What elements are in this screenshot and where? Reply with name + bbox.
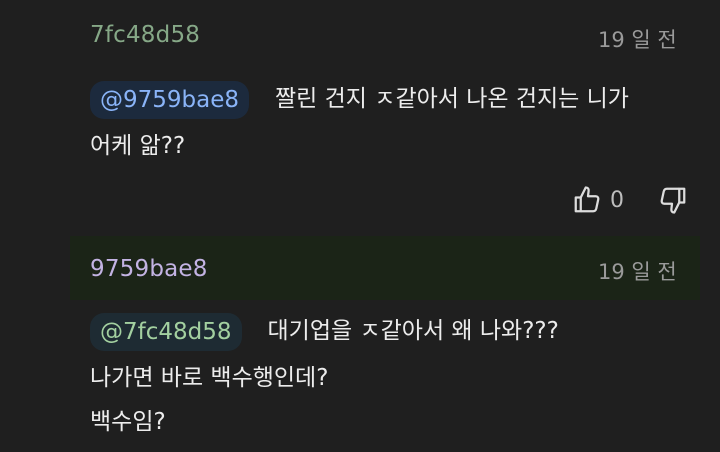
thumbs-down-icon[interactable] <box>658 185 688 215</box>
mention-link[interactable]: @7fc48d58 <box>90 312 242 351</box>
comment-author-9759bae8[interactable]: 9759bae8 <box>90 256 208 282</box>
mention-link[interactable]: @9759bae8 <box>90 80 250 119</box>
like-count: 0 <box>610 187 624 213</box>
comment-timestamp: 19 일 전 <box>598 28 677 52</box>
comment-actions: 0 <box>572 180 688 220</box>
comment-text-line: 짤린 건지 ㅈ같아서 나온 건지는 니가 <box>275 86 629 112</box>
comment-author-7fc48d58[interactable]: 7fc48d58 <box>90 22 200 48</box>
comment-text-line: 대기업을 ㅈ같아서 왜 나와??? <box>267 318 559 344</box>
comment-1: 7fc48d58 19 일 전 @9759bae8 짤린 건지 ㅈ같아서 나온 건… <box>0 0 720 236</box>
thumbs-up-icon[interactable] <box>572 185 602 215</box>
comment-body: @9759bae8 짤린 건지 ㅈ같아서 나온 건지는 니가 <box>90 72 629 126</box>
comment-body: @7fc48d58 대기업을 ㅈ같아서 왜 나와??? <box>90 304 559 358</box>
comment-text-line: 백수임? <box>90 409 166 435</box>
comment-timestamp: 19 일 전 <box>598 260 677 284</box>
comment-text-line: 어케 앎?? <box>90 133 186 159</box>
